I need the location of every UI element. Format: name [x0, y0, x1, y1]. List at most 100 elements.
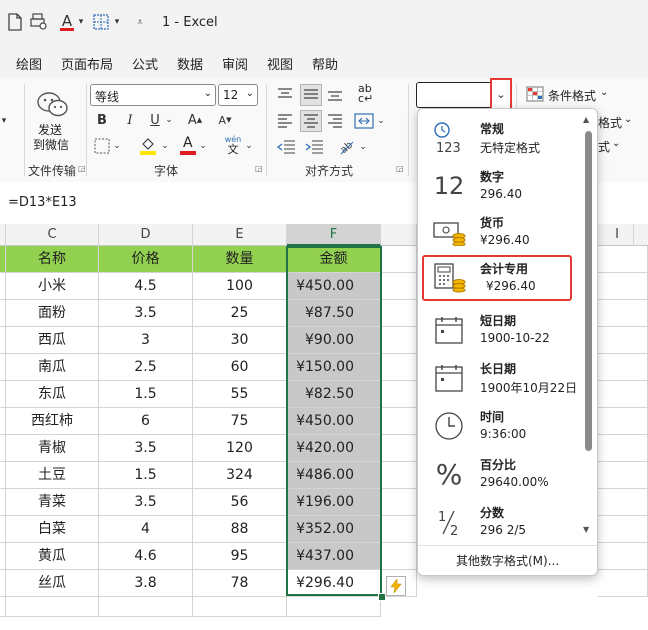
menu-data[interactable]: 数据	[177, 54, 203, 73]
format-item-currency[interactable]: 货币 ¥296.40	[422, 209, 584, 255]
more-number-formats[interactable]: 其他数字格式(M)...	[456, 552, 559, 569]
cell-amount[interactable]: ¥150.00	[287, 354, 381, 381]
cell-price[interactable]: 4.6	[99, 543, 193, 570]
merge-center-icon[interactable]	[354, 112, 374, 130]
fill-handle[interactable]	[378, 593, 386, 601]
customize-toolbar-icon[interactable]: ⩡	[134, 12, 146, 32]
cell-quantity[interactable]: 78	[193, 570, 287, 597]
empty-cell[interactable]	[381, 327, 417, 354]
empty-cell[interactable]	[381, 354, 417, 381]
conditional-format-label[interactable]: 条件格式	[548, 87, 596, 104]
chevron-down-icon[interactable]: ⌄	[624, 114, 632, 125]
format-item-number[interactable]: 12 数字 296.40	[422, 163, 584, 209]
cell-quantity[interactable]: 95	[193, 543, 287, 570]
wechat-icon[interactable]	[36, 90, 70, 122]
shrink-font-button[interactable]: A ▼	[216, 112, 234, 128]
empty-cell[interactable]	[598, 516, 648, 543]
format-item-short-date[interactable]: 短日期 1900-10-22	[422, 307, 584, 353]
menu-page-layout[interactable]: 页面布局	[61, 54, 113, 73]
font-color-icon[interactable]: A	[180, 135, 196, 155]
cell-price[interactable]: 1.5	[99, 462, 193, 489]
empty-cell[interactable]	[381, 300, 417, 327]
cell-amount[interactable]: ¥296.40	[287, 570, 381, 597]
empty-cell[interactable]	[381, 543, 417, 570]
empty-cell[interactable]	[598, 462, 648, 489]
empty-cell[interactable]	[598, 354, 648, 381]
menu-view[interactable]: 视图	[267, 54, 293, 73]
format-item-fraction[interactable]: 12 分数 296 2/5	[422, 499, 584, 545]
cell-name[interactable]: 青菜	[6, 489, 99, 516]
chevron-down-icon[interactable]: ▾	[112, 12, 122, 32]
borders-icon[interactable]	[94, 138, 110, 154]
header-cell[interactable]: 数量	[193, 246, 287, 273]
cell-quantity[interactable]: 100	[193, 273, 287, 300]
underline-button[interactable]: U	[148, 112, 162, 128]
cell-name[interactable]: 面粉	[6, 300, 99, 327]
cell-name[interactable]: 南瓜	[6, 354, 99, 381]
cell-price[interactable]: 3.8	[99, 570, 193, 597]
cell-price[interactable]: 2.5	[99, 354, 193, 381]
format-item-accounting[interactable]: 会计专用 ¥296.40	[422, 255, 572, 301]
cell-amount[interactable]: ¥352.00	[287, 516, 381, 543]
column-header-F[interactable]: F	[287, 224, 381, 246]
orientation-icon[interactable]: ab	[338, 137, 356, 157]
cell-quantity[interactable]: 56	[193, 489, 287, 516]
chevron-down-icon[interactable]: ▾	[76, 12, 86, 32]
menu-formulas[interactable]: 公式	[132, 54, 158, 73]
align-top-icon[interactable]	[276, 86, 294, 104]
empty-cell[interactable]	[598, 273, 648, 300]
column-header-C[interactable]: C	[6, 224, 99, 246]
decrease-indent-icon[interactable]	[276, 138, 296, 156]
empty-cell[interactable]	[598, 300, 648, 327]
column-header-I[interactable]: I	[598, 224, 634, 246]
format-item-long-date[interactable]: 长日期 1900年10月22日	[422, 355, 584, 401]
cell-amount[interactable]: ¥196.00	[287, 489, 381, 516]
header-cell[interactable]: 价格	[99, 246, 193, 273]
chevron-down-icon[interactable]: ⌄	[358, 140, 368, 154]
grow-font-button[interactable]: A ▲	[186, 112, 204, 128]
empty-cell[interactable]	[381, 462, 417, 489]
empty-cell[interactable]	[598, 408, 648, 435]
cell-price[interactable]: 3	[99, 327, 193, 354]
cell-name[interactable]: 青椒	[6, 435, 99, 462]
align-center-icon[interactable]	[300, 110, 322, 132]
cell-amount[interactable]: ¥437.00	[287, 543, 381, 570]
phonetic-guide-icon[interactable]: wén 文	[222, 135, 244, 157]
scrollbar-thumb[interactable]	[585, 131, 592, 451]
empty-cell[interactable]	[99, 597, 193, 617]
empty-cell[interactable]	[381, 489, 417, 516]
dialog-launcher-icon[interactable]: ◲	[78, 164, 86, 173]
cell-price[interactable]: 4.5	[99, 273, 193, 300]
align-left-icon[interactable]	[276, 112, 294, 130]
cell-styles-label[interactable]: 式	[598, 138, 610, 155]
dialog-launcher-icon[interactable]: ◲	[255, 164, 263, 173]
cell-amount[interactable]: ¥420.00	[287, 435, 381, 462]
borders-quick-icon[interactable]	[92, 12, 110, 32]
cell-name[interactable]: 黄瓜	[6, 543, 99, 570]
cell-quantity[interactable]: 75	[193, 408, 287, 435]
header-cell[interactable]: 名称	[6, 246, 99, 273]
chevron-down-icon[interactable]: ⌄	[612, 138, 620, 149]
format-as-table-label[interactable]: 格式	[598, 114, 622, 131]
cell-amount[interactable]: ¥486.00	[287, 462, 381, 489]
cell-quantity[interactable]: 25	[193, 300, 287, 327]
chevron-down-icon[interactable]: ⌄	[244, 138, 254, 154]
italic-button[interactable]: I	[122, 112, 138, 128]
cell-amount[interactable]: ¥450.00	[287, 273, 381, 300]
empty-cell[interactable]	[381, 381, 417, 408]
empty-cell[interactable]	[598, 435, 648, 462]
cell-amount[interactable]: ¥90.00	[287, 327, 381, 354]
format-item-percent[interactable]: % 百分比 29640.00%	[422, 451, 584, 497]
column-header-G[interactable]	[381, 224, 417, 246]
cell-quantity[interactable]: 324	[193, 462, 287, 489]
chevron-down-icon[interactable]: ⌄	[164, 112, 174, 128]
bold-button[interactable]: B	[94, 112, 110, 128]
cell-price[interactable]: 3.5	[99, 435, 193, 462]
align-right-icon[interactable]	[326, 112, 344, 130]
cell-name[interactable]: 东瓜	[6, 381, 99, 408]
empty-cell[interactable]	[287, 597, 381, 617]
empty-cell[interactable]	[598, 489, 648, 516]
cell-price[interactable]: 1.5	[99, 381, 193, 408]
font-name-box[interactable]: 等线 ⌄	[90, 84, 216, 106]
empty-cell[interactable]	[598, 543, 648, 570]
